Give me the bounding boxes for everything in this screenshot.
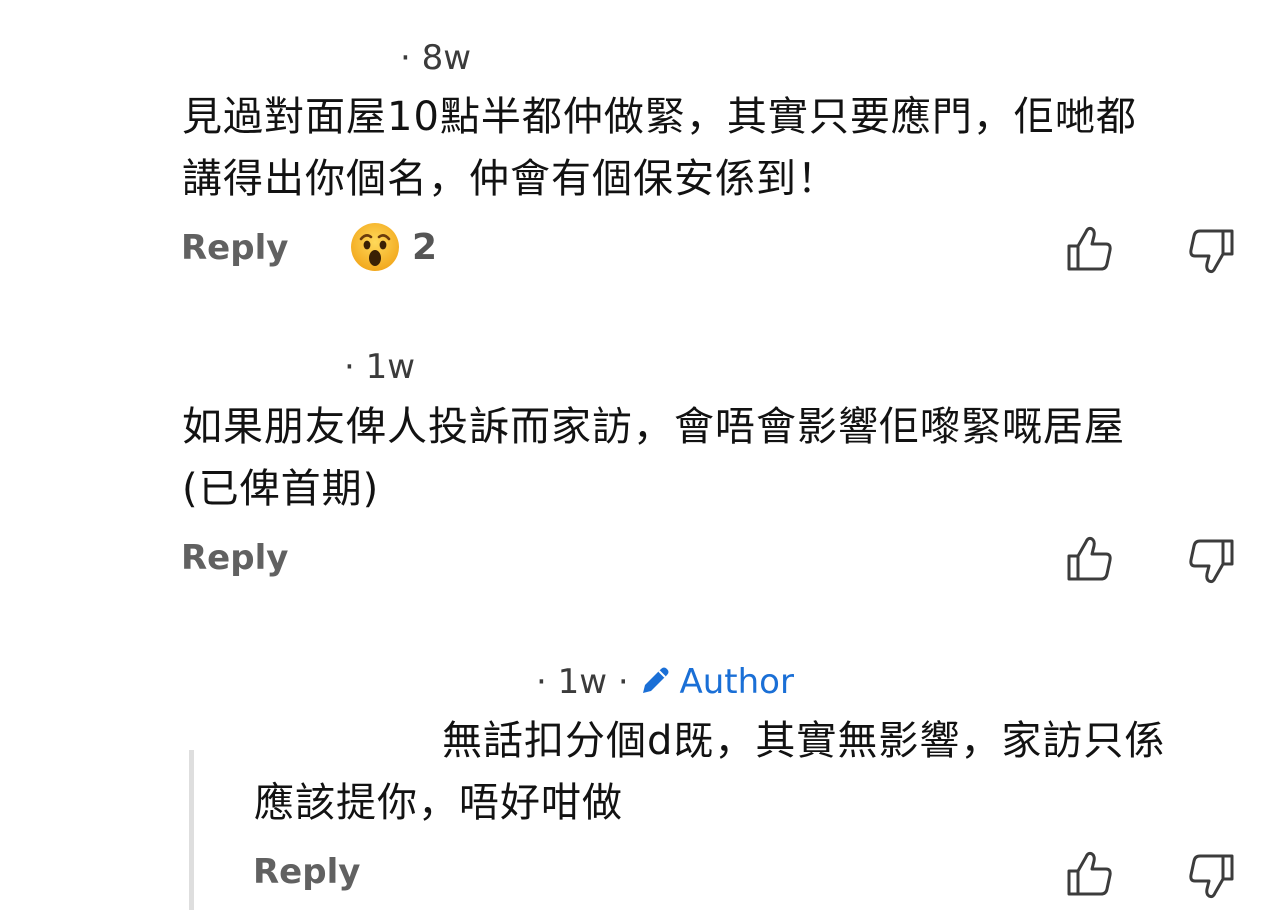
comment-body: 見過對面屋10點半都仲做緊，其實只要應門，佢哋都 講得出你個名，仲會有個保安係到… (182, 86, 1137, 210)
comment-timestamp: · 1w · (536, 662, 629, 702)
thumbs-down-icon[interactable] (1187, 851, 1237, 901)
author-badge: Author (639, 662, 794, 702)
comment-line: (已俾首期) (182, 466, 380, 512)
comment-timestamp: · 1w (344, 347, 416, 387)
comment-line: 應該提你，唔好咁做 (254, 780, 623, 826)
comment-line: 講得出你個名，仲會有個保安係到！ (182, 156, 838, 202)
comment-line: 如果朋友俾人投訴而家訪，會唔會影響佢嚟緊嘅居屋 (182, 404, 1125, 450)
reaction-summary[interactable]: 2 (350, 222, 437, 272)
reply-button[interactable]: Reply (181, 538, 288, 578)
wow-emoji-icon (351, 223, 399, 271)
thumbs-down-icon[interactable] (1187, 536, 1237, 586)
comment-line: 無話扣分個d既，其實無影響，家訪只係 (442, 718, 1166, 764)
comment-line: 見過對面屋10點半都仲做緊，其實只要應門，佢哋都 (182, 94, 1137, 140)
thumbs-up-icon[interactable] (1064, 534, 1114, 584)
reaction-count: 2 (412, 226, 438, 268)
author-label: Author (679, 662, 794, 702)
comment-body: 如果朋友俾人投訴而家訪，會唔會影響佢嚟緊嘅居屋 (已俾首期) (182, 396, 1125, 520)
reply-thread-line (189, 750, 194, 910)
reply-button[interactable]: Reply (181, 228, 288, 268)
thumbs-up-icon[interactable] (1064, 849, 1114, 899)
thumbs-down-icon[interactable] (1187, 226, 1237, 276)
thumbs-up-icon[interactable] (1064, 224, 1114, 274)
comment-meta: · 1w · Author (536, 662, 794, 702)
reply-button[interactable]: Reply (253, 852, 360, 892)
pencil-icon (643, 667, 669, 693)
comment-timestamp: · 8w (400, 38, 472, 78)
